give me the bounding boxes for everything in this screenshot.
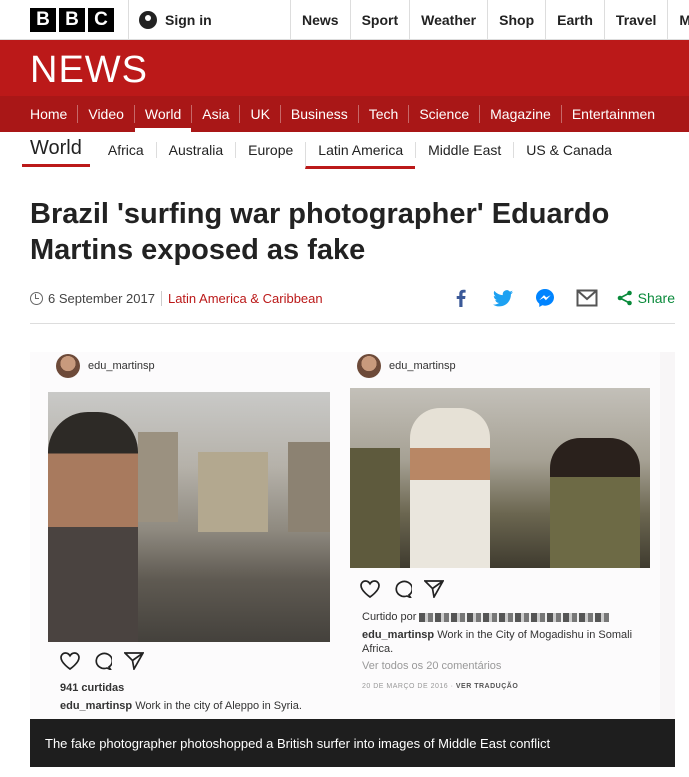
logo-letter: B — [59, 8, 85, 32]
soldier-figure — [550, 438, 640, 568]
post-caption: edu_martinsp Work in the City of Mogadis… — [362, 628, 657, 656]
top-link-sport[interactable]: Sport — [349, 0, 410, 40]
share-label: Share — [637, 290, 675, 306]
subnav-item-middle-east[interactable]: Middle East — [415, 142, 513, 158]
share-button[interactable]: Share — [617, 290, 675, 306]
signin-button[interactable]: Sign in — [128, 0, 212, 40]
person-figure — [48, 412, 138, 642]
top-link-more[interactable]: Mo — [667, 0, 689, 40]
avatar — [357, 354, 381, 378]
email-icon[interactable] — [575, 287, 599, 309]
blurred-names — [419, 612, 610, 622]
subnav-item-us-canada[interactable]: US & Canada — [513, 142, 624, 158]
main-nav: Home Video World Asia UK Business Tech S… — [0, 96, 689, 132]
top-link-news[interactable]: News — [290, 0, 350, 40]
photo-mogadishu — [350, 388, 650, 568]
article-date: 6 September 2017 — [48, 290, 162, 306]
nav-item-magazine[interactable]: Magazine — [479, 105, 561, 123]
post-actions — [360, 580, 444, 598]
subnav-item-australia[interactable]: Australia — [155, 142, 235, 158]
send-icon — [424, 580, 444, 598]
post-comments-link: Ver todos os 20 comentários — [362, 660, 502, 672]
caption-text: Work in the city of Aleppo in Syria. — [135, 700, 302, 712]
comment-icon — [395, 580, 412, 598]
instagram-post-left: edu_martinsp 941 curtidas edu_martinsp W… — [30, 352, 350, 719]
nav-item-home[interactable]: Home — [20, 105, 77, 123]
top-link-shop[interactable]: Shop — [487, 0, 545, 40]
heart-icon — [360, 580, 380, 598]
post-actions — [60, 652, 144, 670]
user-icon — [139, 11, 157, 29]
messenger-icon[interactable] — [533, 287, 557, 309]
nav-item-world[interactable]: World — [133, 105, 192, 132]
share-tools: Share — [449, 287, 675, 309]
post-handle: edu_martinsp — [56, 354, 155, 378]
post-date-text: 20 DE MARÇO DE 2016 · — [362, 683, 454, 690]
facebook-icon[interactable] — [449, 287, 473, 309]
nav-item-tech[interactable]: Tech — [357, 105, 409, 123]
avatar — [56, 354, 80, 378]
post-date: 20 DE MARÇO DE 2016 · VER TRADUÇÃO — [362, 680, 518, 694]
caption-user: edu_martinsp — [60, 700, 133, 712]
nav-item-uk[interactable]: UK — [239, 105, 279, 123]
heart-icon — [60, 652, 80, 670]
share-icon — [617, 290, 632, 306]
post-liked-by: Curtido por — [362, 610, 610, 624]
subnav-item-latin-america[interactable]: Latin America — [305, 142, 416, 169]
post-username: edu_martinsp — [389, 360, 456, 372]
nav-item-science[interactable]: Science — [408, 105, 479, 123]
article-image[interactable]: edu_martinsp 941 curtidas edu_martinsp W… — [30, 352, 675, 719]
caption-user: edu_martinsp — [362, 629, 435, 641]
post-caption: edu_martinsp Work in the city of Aleppo … — [60, 699, 302, 713]
top-link-earth[interactable]: Earth — [545, 0, 604, 40]
divider — [30, 323, 675, 324]
signin-label: Sign in — [165, 12, 212, 28]
logo-letter: B — [30, 8, 56, 32]
twitter-icon[interactable] — [491, 287, 515, 309]
nav-item-business[interactable]: Business — [279, 105, 358, 123]
person-figure — [410, 408, 490, 568]
article-category-link[interactable]: Latin America & Caribbean — [162, 291, 323, 306]
news-banner: NEWS — [0, 40, 689, 96]
bbc-logo[interactable]: B B C — [30, 8, 114, 32]
top-links: News Sport Weather Shop Earth Travel Mo — [290, 0, 689, 40]
section-title[interactable]: World — [22, 133, 90, 167]
instagram-post-right: edu_martinsp Curtido por edu_martinsp Wo… — [330, 352, 660, 719]
post-username: edu_martinsp — [88, 360, 155, 372]
nav-item-video[interactable]: Video — [77, 105, 134, 123]
top-bar: B B C Sign in News Sport Weather Shop Ea… — [0, 0, 689, 40]
nav-item-asia[interactable]: Asia — [191, 105, 239, 123]
article-meta: 6 September 2017 Latin America & Caribbe… — [30, 287, 675, 309]
subnav-item-africa[interactable]: Africa — [96, 142, 156, 158]
article-headline: Brazil 'surfing war photographer' Eduard… — [30, 198, 610, 266]
subnav-item-europe[interactable]: Europe — [235, 142, 305, 158]
news-logo[interactable]: NEWS — [30, 49, 148, 92]
image-caption: The fake photographer photoshopped a Bri… — [30, 719, 675, 767]
post-likes: 941 curtidas — [60, 682, 125, 694]
photo-aleppo — [48, 392, 350, 642]
sub-nav: World Africa Australia Europe Latin Amer… — [22, 132, 624, 169]
send-icon — [124, 652, 144, 670]
translate-link: VER TRADUÇÃO — [455, 683, 519, 690]
liked-by-label: Curtido por — [362, 611, 417, 623]
comment-icon — [95, 652, 112, 670]
post-handle: edu_martinsp — [357, 354, 456, 378]
soldier-figure — [350, 448, 400, 568]
logo-letter: C — [88, 8, 114, 32]
nav-item-entertainment[interactable]: Entertainmen — [560, 105, 665, 123]
top-link-travel[interactable]: Travel — [603, 0, 667, 40]
clock-icon — [30, 291, 43, 305]
top-link-weather[interactable]: Weather — [409, 0, 487, 40]
